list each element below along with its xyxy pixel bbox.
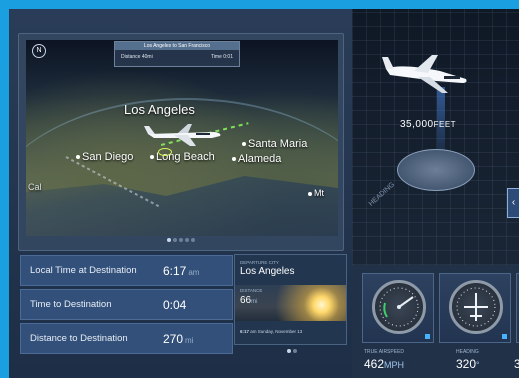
info-row-distance-to-destination[interactable]: Distance to Destination 270 mi	[20, 323, 233, 354]
departure-time: 6:17 am Sunday, November 13	[240, 329, 303, 334]
flight-map[interactable]: N Los Angeles to San Francisco Distance …	[26, 40, 338, 236]
info-icon[interactable]	[502, 334, 507, 339]
trip-info-box: Los Angeles to San Francisco Distance 40…	[114, 41, 240, 67]
pager-dot[interactable]	[185, 238, 189, 242]
airplane-3d-icon	[382, 55, 467, 93]
city-san-diego: San Diego	[76, 151, 133, 163]
info-label: Local Time at Destination	[30, 265, 137, 276]
departure-city-label: DEPARTURE CITY	[240, 260, 279, 265]
info-icon[interactable]	[425, 334, 430, 339]
map-panel: N Los Angeles to San Francisco Distance …	[18, 33, 344, 251]
info-label: Distance to Destination	[30, 333, 128, 344]
plane-position-marker	[158, 148, 172, 156]
trip-distance: Distance 40mi	[121, 54, 153, 60]
info-row-local-time[interactable]: Local Time at Destination 6:17 am	[20, 255, 233, 286]
info-value: 0:04	[163, 297, 187, 312]
pager-dot[interactable]	[179, 238, 183, 242]
info-value: 270 mi	[163, 331, 194, 346]
city-los-angeles: Los Angeles	[124, 102, 195, 117]
heading-axis-label: HEADING	[367, 181, 397, 208]
gauge-strip: TRUE AIRSPEED 462MPH HEADING 320° 3	[352, 265, 519, 378]
trip-route-label: Los Angeles to San Francisco	[115, 42, 239, 50]
city-alameda: Alameda	[232, 153, 281, 165]
heading-value: 320°	[456, 357, 480, 371]
destination-info-list: Local Time at Destination 6:17 am Time to…	[20, 255, 233, 357]
heading-label: HEADING	[456, 349, 479, 355]
departure-city: Los Angeles	[240, 266, 295, 277]
pager-dot[interactable]	[293, 349, 297, 353]
pager-dot[interactable]	[287, 349, 291, 353]
heading-gauge[interactable]	[439, 273, 511, 343]
map-pager[interactable]	[19, 238, 343, 242]
airspeed-label: TRUE AIRSPEED	[364, 349, 405, 355]
heading-dial-icon	[449, 280, 503, 334]
partial-gauge-value: 3	[514, 357, 519, 371]
pager-dot[interactable]	[167, 238, 171, 242]
info-row-time-to-destination[interactable]: Time to Destination 0:04	[20, 289, 233, 320]
altitude-readout: 35,000FEET	[400, 119, 457, 130]
dashboard-pane: N Los Angeles to San Francisco Distance …	[9, 9, 352, 378]
city-mt: Mt	[308, 188, 324, 198]
airspeed-value: 462MPH	[364, 357, 405, 371]
city-santa-maria: Santa Maria	[242, 138, 307, 150]
flight-3d-view[interactable]: 35,000FEET HEADING ‹	[352, 9, 519, 265]
trip-time: Time 0:01	[210, 54, 233, 60]
compass-icon[interactable]: N	[32, 44, 46, 58]
departure-card[interactable]: DEPARTURE CITY Los Angeles DISTANCE 66mi…	[234, 254, 347, 345]
pager-dot[interactable]	[191, 238, 195, 242]
airspeed-gauge[interactable]	[362, 273, 434, 343]
city-cal: Cal	[28, 182, 42, 192]
collapse-panel-button[interactable]: ‹	[507, 188, 519, 218]
airspeed-dial-icon	[372, 280, 426, 334]
airplane-icon	[144, 124, 221, 146]
heading-dial	[397, 149, 475, 191]
card-pager[interactable]	[238, 349, 346, 353]
departure-distance: 66mi	[240, 295, 258, 306]
info-label: Time to Destination	[30, 299, 112, 310]
departure-distance-label: DISTANCE	[240, 288, 263, 293]
app-screen: N Los Angeles to San Francisco Distance …	[9, 9, 519, 378]
pager-dot[interactable]	[173, 238, 177, 242]
info-value: 6:17 am	[163, 263, 200, 278]
